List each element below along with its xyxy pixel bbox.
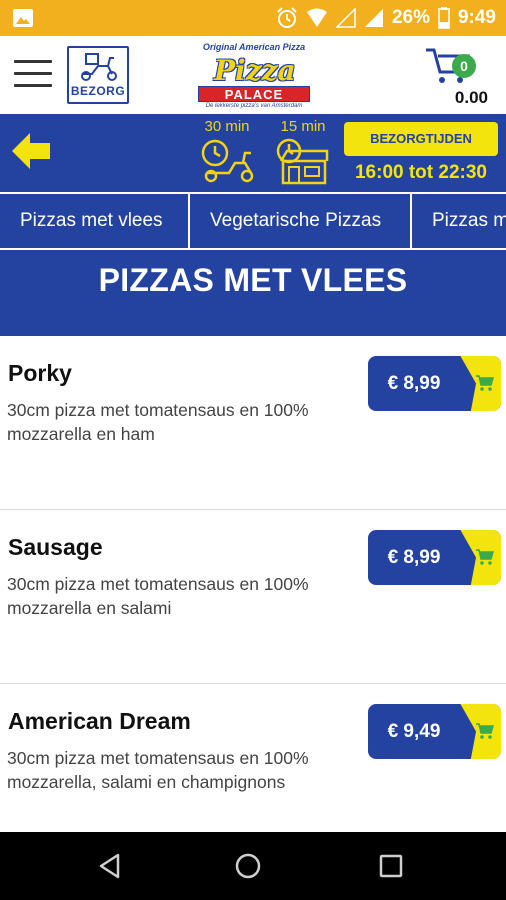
- delivery-time: 30 min: [204, 118, 250, 135]
- delivery-badge-label: BEZORG: [70, 84, 126, 98]
- tab-pizzas-met-vlees[interactable]: Pizzas met vlees: [0, 194, 190, 248]
- nav-home-icon[interactable]: [234, 852, 262, 880]
- logo-tagline: De lekkerste pizza's van Amsterdam: [205, 103, 303, 109]
- app-header: BEZORG Original American Pizza Pizza PAL…: [0, 36, 506, 114]
- section-title: PIZZAS MET VLEES: [98, 262, 408, 298]
- logo-arc-text: Original American Pizza: [202, 42, 306, 52]
- product-description: 30cm pizza met tomatensaus en 100% mozza…: [7, 400, 309, 444]
- add-cart-icon: [476, 723, 494, 739]
- tab-pizzas-more[interactable]: Pizzas m: [412, 194, 506, 248]
- battery-icon: [438, 7, 450, 29]
- back-arrow-icon[interactable]: [8, 128, 54, 174]
- delivery-time-option[interactable]: 30 min: [198, 118, 256, 188]
- product-list: Porky 30cm pizza met tomatensaus en 100%…: [0, 336, 506, 858]
- pizza-palace-logo: Original American Pizza Pizza PALACE De …: [196, 42, 312, 110]
- logo-banner-text: PALACE: [198, 86, 310, 102]
- menu-icon[interactable]: [14, 60, 52, 90]
- add-to-cart-button[interactable]: € 8,99: [368, 530, 501, 585]
- add-cart-icon: [476, 549, 494, 565]
- clock: 9:49: [457, 7, 496, 28]
- alarm-icon: [277, 7, 297, 28]
- battery-percent: 26%: [391, 7, 430, 28]
- product-description: 30cm pizza met tomatensaus en 100% mozza…: [7, 748, 309, 792]
- add-cart-icon: [476, 375, 494, 391]
- nav-recents-icon[interactable]: [377, 852, 405, 880]
- product-name: Porky: [8, 360, 72, 386]
- signal-icon: [364, 9, 383, 27]
- system-nav-bar: [0, 832, 506, 900]
- pickup-time: 15 min: [280, 118, 326, 135]
- nav-back-icon[interactable]: [96, 852, 124, 880]
- product-item: Porky 30cm pizza met tomatensaus en 100%…: [0, 336, 506, 510]
- delivery-hours: 16:00 tot 22:30: [354, 162, 487, 183]
- cart-count-badge: 0: [452, 54, 476, 78]
- product-name: Sausage: [8, 534, 103, 560]
- delivery-scooter-clock-icon: [201, 139, 254, 183]
- delivery-mode-badge[interactable]: BEZORG: [67, 46, 129, 104]
- product-item: Sausage 30cm pizza met tomatensaus en 10…: [0, 510, 506, 684]
- logo-script-text: Pizza: [214, 54, 296, 87]
- tab-vegetarische-pizzas[interactable]: Vegetarische Pizzas: [190, 194, 412, 248]
- product-price: € 8,99: [387, 547, 441, 568]
- wifi-icon: [306, 8, 327, 27]
- product-description: 30cm pizza met tomatensaus en 100% mozza…: [7, 574, 309, 618]
- add-to-cart-button[interactable]: € 8,99: [368, 356, 501, 411]
- delivery-info-band: 30 min 15 min BEZORGTIJDEN 16:00 tot 22:…: [0, 114, 506, 192]
- product-name: American Dream: [8, 708, 191, 734]
- section-header: PIZZAS MET VLEES: [0, 248, 506, 336]
- cart-button[interactable]: 0 0.00: [422, 42, 492, 110]
- shop-clock-icon: [276, 138, 329, 185]
- image-icon: [13, 9, 33, 27]
- category-tabs: Pizzas met vlees Vegetarische Pizzas Piz…: [0, 192, 506, 248]
- status-bar: 26% 9:49: [0, 0, 506, 36]
- scooter-icon: [81, 53, 117, 81]
- product-price: € 8,99: [387, 373, 441, 394]
- add-to-cart-button[interactable]: € 9,49: [368, 704, 501, 759]
- delivery-hours-button[interactable]: BEZORGTIJDEN: [344, 122, 498, 156]
- pickup-time-option[interactable]: 15 min: [274, 118, 332, 188]
- signal-empty-icon: [335, 8, 356, 28]
- cart-total: 0.00: [454, 88, 488, 107]
- product-price: € 9,49: [387, 721, 441, 742]
